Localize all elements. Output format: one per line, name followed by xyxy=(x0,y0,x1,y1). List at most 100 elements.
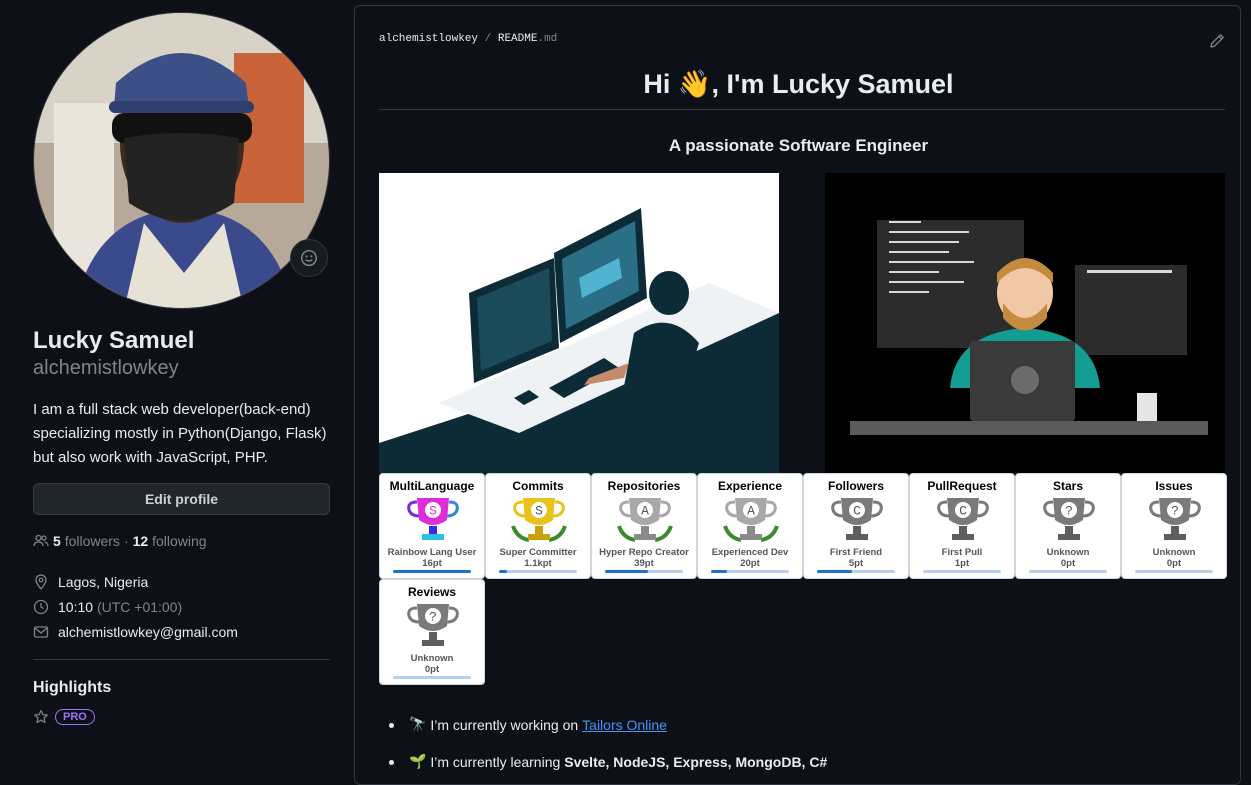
trophy-points: 16pt xyxy=(422,558,442,569)
trophy-rank-letter: ? xyxy=(429,610,437,625)
list-item: 🌱 I’m currently learning Svelte, NodeJS,… xyxy=(388,743,828,780)
trophy-rank-letter: S xyxy=(429,504,437,519)
trophy-points: 5pt xyxy=(848,558,864,569)
trophy-card[interactable]: PullRequest C First Pull 1pt xyxy=(909,473,1015,579)
list-item-text: I’m currently learning xyxy=(430,753,561,770)
timezone: (UTC +01:00) xyxy=(96,599,183,615)
trophy-progress-bar xyxy=(1029,570,1107,573)
people-icon xyxy=(33,534,49,547)
readme-subheading: A passionate Software Engineer xyxy=(668,136,929,155)
trophy-rank-name: First Pull xyxy=(941,547,983,558)
trophy-title: Repositories xyxy=(607,479,681,493)
trophy-rank-name: Unknown xyxy=(1152,547,1196,558)
developer-illustration-graphic xyxy=(379,173,779,473)
trophy-progress-bar xyxy=(1135,570,1213,573)
trophy-card[interactable]: Followers C First Friend 5pt xyxy=(803,473,909,579)
followers-count: 5 xyxy=(53,533,61,549)
readme-panel: alchemistlowkey / README.md Hi 👋, I'm Lu… xyxy=(354,5,1241,785)
trophy-progress-bar xyxy=(605,570,683,573)
trophy-card[interactable]: Experience A Experienced Dev 20pt xyxy=(697,473,803,579)
trophy-cup-icon: A xyxy=(723,498,779,542)
trophy-card[interactable]: MultiLanguage S Rainbow Lang User 16pt xyxy=(379,473,485,579)
trophy-progress-bar xyxy=(817,570,895,573)
trophy-points: 39pt xyxy=(634,558,654,569)
trophy-rank-name: Super Committer xyxy=(499,547,577,558)
pencil-icon xyxy=(1210,34,1224,48)
crumb-owner[interactable]: alchemistlowkey xyxy=(379,33,478,45)
follow-stats: 5 followers · 12 following xyxy=(33,533,207,549)
developer-illustration-image xyxy=(379,173,779,473)
trophy-points: 0pt xyxy=(1166,558,1182,569)
following-link[interactable]: 12 following xyxy=(133,533,207,549)
trophy-card[interactable]: Issues ? Unknown 0pt xyxy=(1121,473,1227,579)
crumb-filename: README xyxy=(497,33,538,45)
local-time: 10:10 xyxy=(58,599,94,615)
trophy-progress-fill xyxy=(711,570,727,573)
highlights-row: PRO xyxy=(33,709,95,725)
followers-link[interactable]: 5 followers xyxy=(53,533,120,549)
profile-name: Lucky Samuel xyxy=(33,327,195,354)
crumb-extension: .md xyxy=(537,33,558,45)
set-status-button[interactable] xyxy=(290,239,328,277)
following-label: following xyxy=(152,533,207,549)
mail-icon xyxy=(33,626,49,638)
trophy-cup-icon: C xyxy=(831,498,883,540)
trophy-cup-icon: ? xyxy=(1043,498,1095,540)
trophy-card[interactable]: Commits S Super Committer 1.1kpt xyxy=(485,473,591,579)
avatar-image xyxy=(34,13,329,308)
email-row: alchemistlowkey@gmail.com xyxy=(33,624,238,640)
trophy-cup-icon: ? xyxy=(407,604,459,646)
heading-rule xyxy=(379,109,1225,110)
profile-sidebar: Lucky Samuel alchemistlowkey I am a full… xyxy=(0,0,354,769)
trophy-title: Followers xyxy=(827,479,884,493)
trophy-rank-name: Hyper Repo Creator xyxy=(599,547,689,558)
profile-bio: I am a full stack web developer(back-end… xyxy=(33,401,327,466)
trophy-progress-fill xyxy=(817,570,853,573)
crumb-file[interactable]: README.md xyxy=(498,33,557,45)
trophy-progress-bar xyxy=(711,570,789,573)
trophy-progress-bar xyxy=(499,570,577,573)
time-row: 10:10 (UTC +01:00) xyxy=(33,599,182,615)
list-item-text: I’m currently working on xyxy=(430,716,579,733)
trophy-card[interactable]: Stars ? Unknown 0pt xyxy=(1015,473,1121,579)
trophy-progress-fill xyxy=(605,570,648,573)
pro-badge: PRO xyxy=(55,709,95,725)
crumb-separator: / xyxy=(484,33,492,45)
list-item: 🔭 I’m currently working on Tailors Onlin… xyxy=(388,706,827,743)
readme-heading: Hi 👋, I'm Lucky Samuel xyxy=(643,69,954,99)
trophy-points: 0pt xyxy=(1060,558,1076,569)
telescope-icon: 🔭 xyxy=(409,716,427,732)
trophy-title: Reviews xyxy=(407,585,457,599)
trophy-rank-letter: C xyxy=(853,504,861,519)
clock-icon xyxy=(33,599,49,615)
trophy-cup-icon: S xyxy=(511,498,567,542)
trophy-cup-icon: ? xyxy=(1149,498,1201,540)
trophy-progress-bar xyxy=(393,570,471,573)
trophy-progress-fill xyxy=(499,570,507,573)
location-row: Lagos, Nigeria xyxy=(33,574,148,590)
trophy-card[interactable]: Repositories A Hyper Repo Creator 39pt xyxy=(591,473,697,579)
trophy-title: Experience xyxy=(717,479,783,493)
trophy-title: Issues xyxy=(1155,479,1193,493)
edit-profile-button[interactable]: Edit profile xyxy=(33,483,330,515)
edit-readme-button[interactable] xyxy=(1209,33,1225,54)
trophy-rank-letter: ? xyxy=(1065,504,1073,519)
learning-technologies: Svelte, NodeJS, Express, MongoDB, C# xyxy=(564,753,828,770)
trophy-card[interactable]: Reviews ? Unknown 0pt xyxy=(379,579,485,685)
trophy-progress-bar xyxy=(923,570,1001,573)
smiley-icon xyxy=(300,249,318,267)
trophy-points: 0pt xyxy=(424,664,440,675)
trophy-rank-name: Rainbow Lang User xyxy=(387,547,477,558)
tailors-online-link[interactable]: Tailors Online xyxy=(582,717,667,733)
trophy-cup-icon: A xyxy=(617,498,673,542)
sidebar-divider xyxy=(33,659,330,660)
seedling-icon: 🌱 xyxy=(409,753,427,769)
trophy-points: 1.1kpt xyxy=(524,558,552,569)
followers-label: followers xyxy=(64,533,120,549)
trophy-rank-name: Experienced Dev xyxy=(711,547,789,558)
trophy-points: 1pt xyxy=(954,558,970,569)
trophy-rank-name: Unknown xyxy=(410,653,454,664)
trophy-points: 20pt xyxy=(740,558,760,569)
avatar[interactable] xyxy=(33,12,330,309)
email-link[interactable]: alchemistlowkey@gmail.com xyxy=(58,624,238,640)
